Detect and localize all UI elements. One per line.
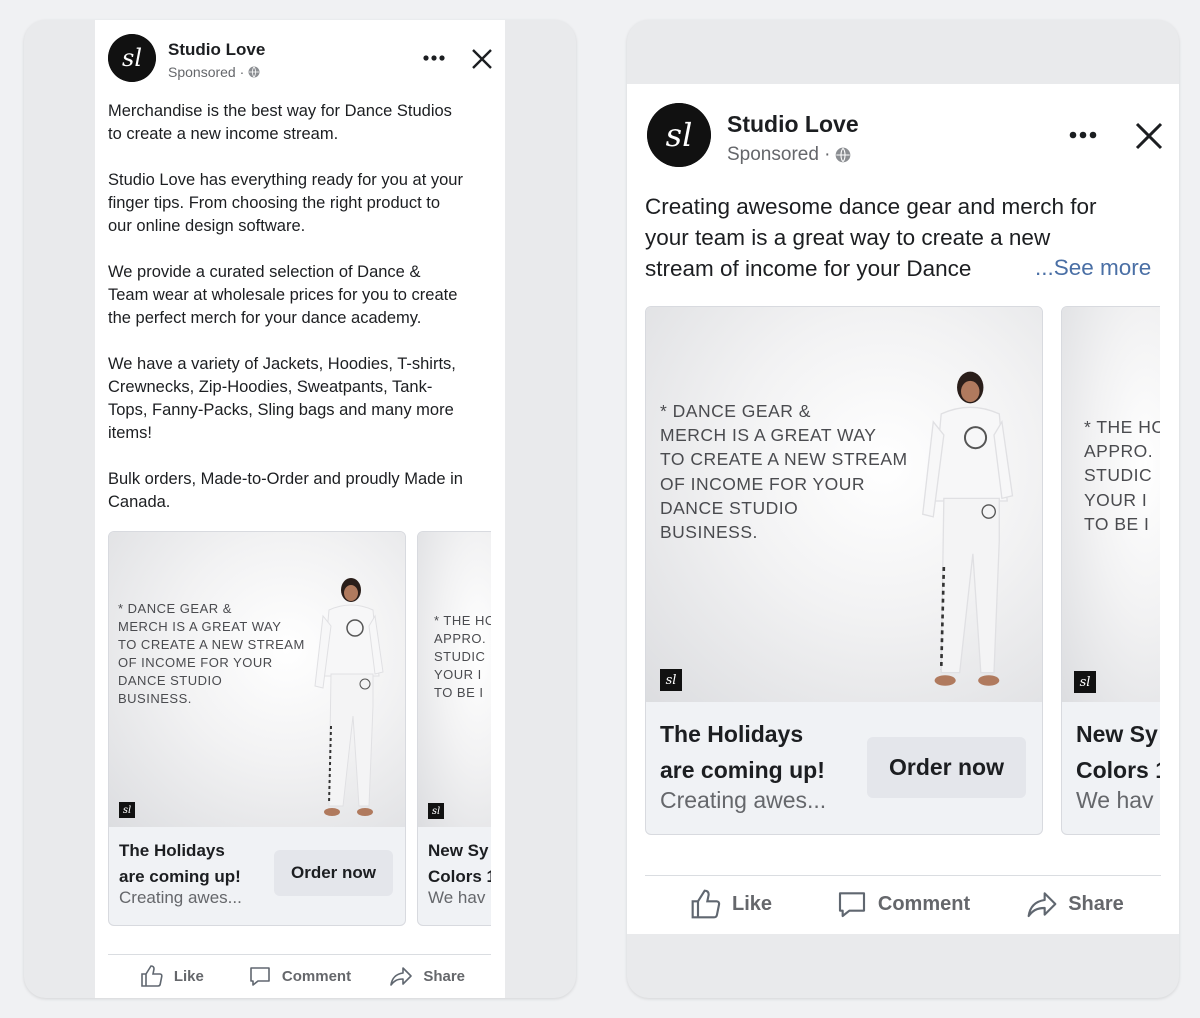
comment-icon <box>838 892 865 918</box>
card-description: We hav <box>428 888 486 907</box>
card-title: New Sy Colors 1 <box>1076 721 1168 783</box>
share-button[interactable]: Share <box>363 955 491 997</box>
comment-button[interactable]: Comment <box>817 876 989 932</box>
close-icon[interactable] <box>471 48 493 70</box>
card-quote: * DANCE GEAR & MERCH IS A GREAT WAY TO C… <box>118 601 305 706</box>
like-button[interactable]: Like <box>645 876 817 932</box>
brand-logo-icon: sl <box>119 802 135 818</box>
sponsored-label: Sponsored · <box>727 144 859 166</box>
close-icon[interactable] <box>1135 122 1163 150</box>
post-caption: Merchandise is the best way for Dance St… <box>108 102 463 511</box>
share-icon <box>1027 892 1057 918</box>
share-button[interactable]: Share <box>989 876 1161 932</box>
model-figure-image <box>921 371 1014 686</box>
sponsored-text: Sponsored · <box>168 64 245 80</box>
carousel-card[interactable]: * DANCE GEAR & MERCH IS A GREAT WAY TO C… <box>645 306 1043 835</box>
card-quote: * THE HC APPRO. STUDIC YOUR I TO BE I <box>434 613 495 700</box>
page-name[interactable]: Studio Love <box>168 40 265 60</box>
sponsored-post-left: sl Studio Love Sponsored · Merchandise i… <box>95 20 505 998</box>
like-label: Like <box>731 892 773 915</box>
carousel-card[interactable]: * DANCE GEAR & MERCH IS A GREAT WAY TO C… <box>108 531 406 926</box>
sponsored-label: Sponsored · <box>168 64 265 80</box>
post-actions-bar: Like Comment Share <box>108 954 491 997</box>
like-button[interactable]: Like <box>108 955 236 997</box>
comment-label: Comment <box>281 967 352 985</box>
post-header: sl Studio Love Sponsored · <box>647 103 859 167</box>
comment-button[interactable]: Comment <box>236 955 364 997</box>
globe-icon <box>248 66 260 78</box>
card-quote: * DANCE GEAR & MERCH IS A GREAT WAY TO C… <box>660 401 908 543</box>
sponsored-post-right: sl Studio Love Sponsored · Creating awes… <box>627 84 1179 934</box>
card-description: We hav <box>1076 787 1154 813</box>
card-title: The Holidays are coming up! <box>119 841 241 886</box>
share-label: Share <box>423 967 466 985</box>
globe-icon <box>835 147 850 163</box>
order-now-button[interactable]: Order now <box>867 737 1026 798</box>
order-now-button[interactable]: Order now <box>274 850 393 896</box>
card-title: The Holidays are coming up! <box>660 721 825 783</box>
sponsored-text: Sponsored · <box>727 144 831 165</box>
svg-text:sl: sl <box>122 44 142 72</box>
model-figure-image <box>314 578 384 816</box>
phone-frame-right: sl Studio Love Sponsored · Creating awes… <box>627 20 1179 998</box>
like-icon <box>141 965 163 987</box>
card-description: Creating awes... <box>119 888 242 907</box>
share-icon <box>390 967 413 986</box>
card-image: * DANCE GEAR & MERCH IS A GREAT WAY TO C… <box>109 532 405 827</box>
like-label: Like <box>173 967 204 985</box>
share-label: Share <box>1068 892 1124 915</box>
brand-logo-icon: sl <box>1074 671 1096 693</box>
comment-icon <box>250 967 270 986</box>
carousel-edge-mask <box>491 525 505 935</box>
studio-love-avatar[interactable]: sl <box>647 103 711 167</box>
card-title: New Sy Colors 1 <box>428 841 496 886</box>
card-description: Creating awes... <box>660 787 827 813</box>
post-actions-bar: Like Comment Share <box>645 875 1161 932</box>
carousel-edge-mask <box>1160 299 1179 844</box>
card-quote: * THE HC APPRO. STUDIC YOUR I TO BE I <box>1084 417 1165 534</box>
card-image: * DANCE GEAR & MERCH IS A GREAT WAY TO C… <box>646 307 1042 702</box>
post-header: sl Studio Love Sponsored · <box>108 34 265 82</box>
more-options-icon[interactable] <box>422 53 446 63</box>
see-more-link[interactable]: ...See more <box>1035 255 1151 281</box>
comment-label: Comment <box>877 892 971 915</box>
like-icon <box>691 889 721 919</box>
studio-love-avatar[interactable]: sl <box>108 34 156 82</box>
phone-frame-left: sl Studio Love Sponsored · Merchandise i… <box>24 20 576 998</box>
brand-logo-icon: sl <box>660 669 682 691</box>
svg-text:sl: sl <box>666 116 693 154</box>
page-name[interactable]: Studio Love <box>727 111 859 138</box>
more-options-icon[interactable] <box>1068 129 1098 141</box>
brand-logo-icon: sl <box>428 803 444 819</box>
